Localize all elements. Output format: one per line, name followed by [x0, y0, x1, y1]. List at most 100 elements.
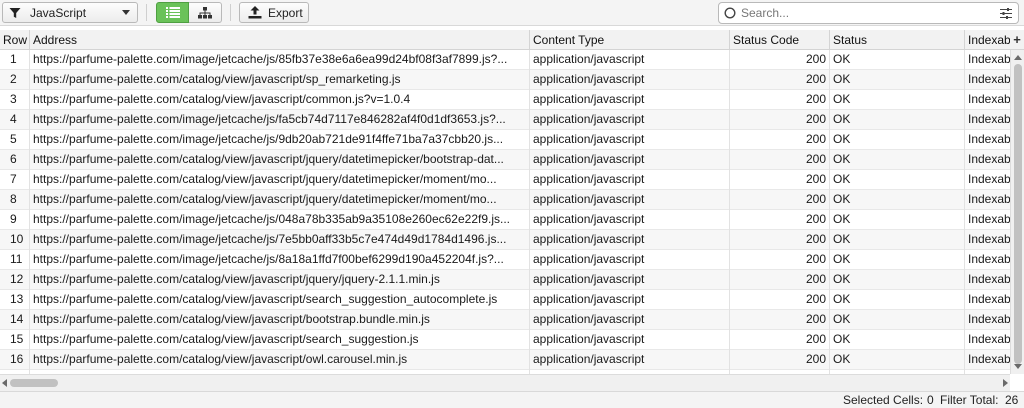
cell-status-code[interactable]: 200	[730, 190, 830, 210]
cell-row[interactable]: 13	[0, 290, 30, 310]
cell-indexability[interactable]: Indexab	[965, 90, 1010, 110]
column-header-status-code[interactable]: Status Code	[730, 30, 830, 50]
table-row[interactable]: 3 https://parfume-palette.com/catalog/vie…	[0, 90, 1010, 110]
cell-content-type[interactable]: application/javascript	[530, 70, 730, 90]
cell-status-code[interactable]: 200	[730, 230, 830, 250]
table-row[interactable]: 6 https://parfume-palette.com/catalog/vie…	[0, 150, 1010, 170]
column-header-content-type[interactable]: Content Type	[530, 30, 730, 50]
cell-indexability[interactable]: Indexab	[965, 110, 1010, 130]
table-row[interactable]: 4 https://parfume-palette.com/image/jetca…	[0, 110, 1010, 130]
cell-status-code[interactable]: 200	[730, 270, 830, 290]
cell-row[interactable]: 8	[0, 190, 30, 210]
cell-row[interactable]: 16	[0, 350, 30, 370]
cell-address[interactable]: https://parfume-palette.com/catalog/view…	[30, 290, 530, 310]
cell-content-type[interactable]: application/javascript	[530, 350, 730, 370]
table-row[interactable]: 5 https://parfume-palette.com/image/jetca…	[0, 130, 1010, 150]
cell-content-type[interactable]: application/javascript	[530, 310, 730, 330]
cell-indexability[interactable]: Indexab	[965, 350, 1010, 370]
cell-status[interactable]: OK	[830, 230, 965, 250]
cell-indexability[interactable]: Indexab	[965, 230, 1010, 250]
cell-status-code[interactable]: 200	[730, 90, 830, 110]
cell-row[interactable]: 2	[0, 70, 30, 90]
cell-status[interactable]: OK	[830, 190, 965, 210]
cell-content-type[interactable]: application/javascript	[530, 110, 730, 130]
cell-row[interactable]: 4	[0, 110, 30, 130]
cell-indexability[interactable]: Indexab	[965, 270, 1010, 290]
cell-status[interactable]: OK	[830, 330, 965, 350]
vertical-scroll-thumb[interactable]	[1014, 64, 1022, 364]
cell-status-code[interactable]: 200	[730, 290, 830, 310]
cell-address[interactable]: https://parfume-palette.com/image/jetcac…	[30, 230, 530, 250]
sliders-icon[interactable]	[1000, 7, 1012, 19]
cell-address[interactable]: https://parfume-palette.com/catalog/view…	[30, 350, 530, 370]
cell-status-code[interactable]: 200	[730, 50, 830, 70]
table-row[interactable]: 16 https://parfume-palette.com/catalog/vi…	[0, 350, 1010, 370]
cell-row[interactable]: 14	[0, 310, 30, 330]
cell-status-code[interactable]: 200	[730, 170, 830, 190]
search-input[interactable]	[741, 6, 1000, 20]
cell-address[interactable]: https://parfume-palette.com/catalog/view…	[30, 70, 530, 90]
cell-status-code[interactable]: 200	[730, 330, 830, 350]
table-row[interactable]: 12 https://parfume-palette.com/catalog/vi…	[0, 270, 1010, 290]
cell-address[interactable]: https://parfume-palette.com/catalog/view…	[30, 310, 530, 330]
table-row[interactable]: 1 https://parfume-palette.com/image/jetca…	[0, 50, 1010, 70]
vertical-scrollbar[interactable]	[1010, 50, 1024, 374]
cell-indexability[interactable]: Indexab	[965, 50, 1010, 70]
column-header-address[interactable]: Address	[30, 30, 530, 50]
export-button[interactable]: Export	[239, 2, 309, 23]
column-header-status[interactable]: Status	[830, 30, 965, 50]
cell-address[interactable]: https://parfume-palette.com/catalog/view…	[30, 190, 530, 210]
cell-status[interactable]: OK	[830, 310, 965, 330]
cell-content-type[interactable]: application/javascript	[530, 130, 730, 150]
cell-content-type[interactable]: application/javascript	[530, 190, 730, 210]
cell-address[interactable]: https://parfume-palette.com/catalog/view…	[30, 270, 530, 290]
horizontal-scrollbar[interactable]	[0, 374, 1010, 391]
cell-content-type[interactable]: application/javascript	[530, 210, 730, 230]
table-row[interactable]: 15 https://parfume-palette.com/catalog/vi…	[0, 330, 1010, 350]
cell-row[interactable]: 9	[0, 210, 30, 230]
cell-row[interactable]: 11	[0, 250, 30, 270]
filter-dropdown[interactable]: JavaScript	[2, 2, 138, 23]
cell-address[interactable]: https://parfume-palette.com/catalog/view…	[30, 90, 530, 110]
cell-content-type[interactable]: application/javascript	[530, 230, 730, 250]
column-header-indexability[interactable]: Indexab	[965, 30, 1010, 50]
cell-indexability[interactable]: Indexab	[965, 170, 1010, 190]
cell-status[interactable]: OK	[830, 150, 965, 170]
cell-address[interactable]: https://parfume-palette.com/image/jetcac…	[30, 110, 530, 130]
cell-indexability[interactable]: Indexab	[965, 250, 1010, 270]
list-view-button[interactable]	[156, 2, 189, 23]
cell-status[interactable]: OK	[830, 250, 965, 270]
cell-address[interactable]: https://parfume-palette.com/image/jetcac…	[30, 250, 530, 270]
cell-status[interactable]: OK	[830, 130, 965, 150]
table-row[interactable]: 13 https://parfume-palette.com/catalog/vi…	[0, 290, 1010, 310]
cell-row[interactable]: 15	[0, 330, 30, 350]
cell-indexability[interactable]: Indexab	[965, 150, 1010, 170]
tree-view-button[interactable]	[189, 2, 222, 23]
cell-content-type[interactable]: application/javascript	[530, 270, 730, 290]
table-row[interactable]: 14 https://parfume-palette.com/catalog/vi…	[0, 310, 1010, 330]
cell-address[interactable]: https://parfume-palette.com/image/jetcac…	[30, 130, 530, 150]
cell-status[interactable]: OK	[830, 110, 965, 130]
scroll-down-icon[interactable]	[1014, 364, 1022, 369]
cell-status-code[interactable]: 200	[730, 310, 830, 330]
cell-content-type[interactable]: application/javascript	[530, 50, 730, 70]
cell-indexability[interactable]: Indexab	[965, 130, 1010, 150]
cell-row[interactable]: 12	[0, 270, 30, 290]
cell-indexability[interactable]: Indexab	[965, 210, 1010, 230]
table-row[interactable]: 9 https://parfume-palette.com/image/jetca…	[0, 210, 1010, 230]
table-row[interactable]: 7 https://parfume-palette.com/catalog/vie…	[0, 170, 1010, 190]
cell-content-type[interactable]: application/javascript	[530, 90, 730, 110]
cell-status[interactable]: OK	[830, 210, 965, 230]
cell-content-type[interactable]: application/javascript	[530, 150, 730, 170]
cell-address[interactable]: https://parfume-palette.com/catalog/view…	[30, 330, 530, 350]
cell-status-code[interactable]: 200	[730, 130, 830, 150]
cell-content-type[interactable]: application/javascript	[530, 170, 730, 190]
table-row[interactable]: 10 https://parfume-palette.com/image/jetc…	[0, 230, 1010, 250]
cell-status-code[interactable]: 200	[730, 210, 830, 230]
cell-address[interactable]: https://parfume-palette.com/image/jetcac…	[30, 50, 530, 70]
add-column-icon[interactable]: +	[1010, 30, 1024, 50]
cell-indexability[interactable]: Indexab	[965, 290, 1010, 310]
cell-row[interactable]: 3	[0, 90, 30, 110]
cell-indexability[interactable]: Indexab	[965, 330, 1010, 350]
cell-address[interactable]: https://parfume-palette.com/catalog/view…	[30, 150, 530, 170]
